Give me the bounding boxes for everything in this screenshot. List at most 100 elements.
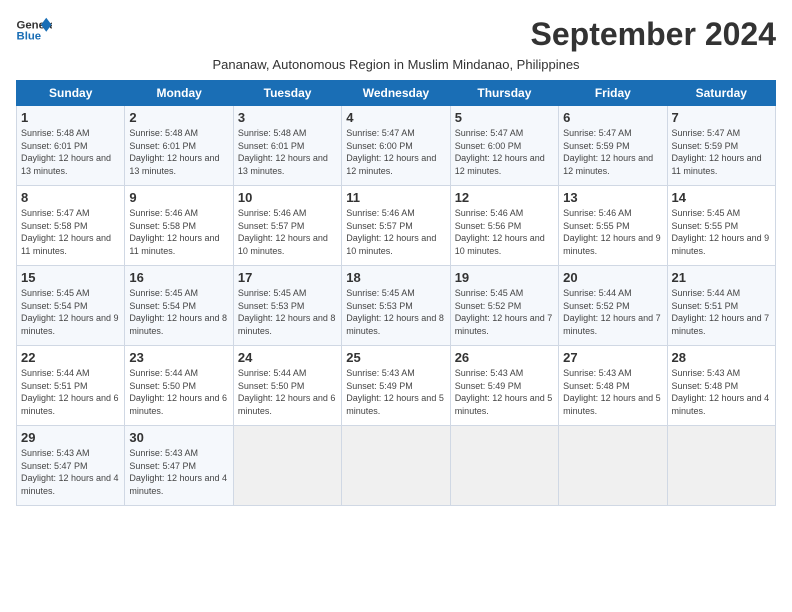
day-info: Sunrise: 5:44 AM Sunset: 5:50 PM Dayligh… xyxy=(238,367,337,417)
day-info: Sunrise: 5:44 AM Sunset: 5:50 PM Dayligh… xyxy=(129,367,228,417)
day-number: 4 xyxy=(346,110,445,125)
calendar-cell: 6 Sunrise: 5:47 AM Sunset: 5:59 PM Daylig… xyxy=(559,106,667,186)
calendar-row: 1 Sunrise: 5:48 AM Sunset: 6:01 PM Daylig… xyxy=(17,106,776,186)
calendar-cell: 3Sunrise: 5:48 AM Sunset: 6:01 PM Daylig… xyxy=(233,106,341,186)
col-monday: Monday xyxy=(125,81,233,106)
calendar-cell: 7Sunrise: 5:47 AM Sunset: 5:59 PM Daylig… xyxy=(667,106,775,186)
col-thursday: Thursday xyxy=(450,81,558,106)
calendar-cell: 24Sunrise: 5:44 AM Sunset: 5:50 PM Dayli… xyxy=(233,346,341,426)
calendar-cell: 20 Sunrise: 5:44 AM Sunset: 5:52 PM Dayli… xyxy=(559,266,667,346)
calendar-cell xyxy=(667,426,775,506)
day-number: 9 xyxy=(129,190,228,205)
calendar-cell xyxy=(450,426,558,506)
day-number: 6 xyxy=(563,110,662,125)
day-info: Sunrise: 5:44 AM Sunset: 5:52 PM Dayligh… xyxy=(563,287,662,337)
day-number: 25 xyxy=(346,350,445,365)
calendar-cell xyxy=(559,426,667,506)
col-friday: Friday xyxy=(559,81,667,106)
day-info: Sunrise: 5:43 AM Sunset: 5:47 PM Dayligh… xyxy=(129,447,228,497)
day-info: Sunrise: 5:45 AM Sunset: 5:52 PM Dayligh… xyxy=(455,287,554,337)
calendar-header-row: Sunday Monday Tuesday Wednesday Thursday… xyxy=(17,81,776,106)
day-number: 5 xyxy=(455,110,554,125)
calendar-cell: 13 Sunrise: 5:46 AM Sunset: 5:55 PM Dayli… xyxy=(559,186,667,266)
calendar-row: 15 Sunrise: 5:45 AM Sunset: 5:54 PM Dayli… xyxy=(17,266,776,346)
day-info: Sunrise: 5:46 AM Sunset: 5:55 PM Dayligh… xyxy=(563,207,662,257)
day-info: Sunrise: 5:47 AM Sunset: 5:59 PM Dayligh… xyxy=(672,127,771,177)
day-number: 15 xyxy=(21,270,120,285)
calendar-cell: 11Sunrise: 5:46 AM Sunset: 5:57 PM Dayli… xyxy=(342,186,450,266)
subtitle: Pananaw, Autonomous Region in Muslim Min… xyxy=(16,57,776,72)
day-info: Sunrise: 5:45 AM Sunset: 5:54 PM Dayligh… xyxy=(129,287,228,337)
day-number: 16 xyxy=(129,270,228,285)
day-info: Sunrise: 5:43 AM Sunset: 5:49 PM Dayligh… xyxy=(455,367,554,417)
day-number: 13 xyxy=(563,190,662,205)
day-number: 22 xyxy=(21,350,120,365)
calendar-table: Sunday Monday Tuesday Wednesday Thursday… xyxy=(16,80,776,506)
col-tuesday: Tuesday xyxy=(233,81,341,106)
calendar-cell: 14 Sunrise: 5:45 AM Sunset: 5:55 PM Dayli… xyxy=(667,186,775,266)
day-info: Sunrise: 5:45 AM Sunset: 5:53 PM Dayligh… xyxy=(238,287,337,337)
day-number: 29 xyxy=(21,430,120,445)
day-number: 21 xyxy=(672,270,771,285)
calendar-cell: 1 Sunrise: 5:48 AM Sunset: 6:01 PM Daylig… xyxy=(17,106,125,186)
day-number: 17 xyxy=(238,270,337,285)
calendar-cell: 15Sunrise: 5:45 AM Sunset: 5:54 PM Dayli… xyxy=(17,266,125,346)
day-number: 23 xyxy=(129,350,228,365)
day-number: 20 xyxy=(563,270,662,285)
logo: General Blue xyxy=(16,16,52,44)
day-info: Sunrise: 5:45 AM Sunset: 5:53 PM Dayligh… xyxy=(346,287,445,337)
calendar-cell: 29Sunrise: 5:43 AM Sunset: 5:47 PM Dayli… xyxy=(17,426,125,506)
day-number: 3 xyxy=(238,110,337,125)
day-info: Sunrise: 5:47 AM Sunset: 5:59 PM Dayligh… xyxy=(563,127,662,177)
day-info: Sunrise: 5:46 AM Sunset: 5:56 PM Dayligh… xyxy=(455,207,554,257)
calendar-cell: 10 Sunrise: 5:46 AM Sunset: 5:57 PM Dayli… xyxy=(233,186,341,266)
calendar-cell xyxy=(233,426,341,506)
calendar-cell: 5 Sunrise: 5:47 AM Sunset: 6:00 PM Daylig… xyxy=(450,106,558,186)
day-number: 14 xyxy=(672,190,771,205)
day-number: 1 xyxy=(21,110,120,125)
day-number: 28 xyxy=(672,350,771,365)
calendar-cell: 4 Sunrise: 5:47 AM Sunset: 6:00 PM Daylig… xyxy=(342,106,450,186)
calendar-cell: 16 Sunrise: 5:45 AM Sunset: 5:54 PM Dayli… xyxy=(125,266,233,346)
calendar-cell: 25 Sunrise: 5:43 AM Sunset: 5:49 PM Dayli… xyxy=(342,346,450,426)
calendar-cell: 8 Sunrise: 5:47 AM Sunset: 5:58 PM Daylig… xyxy=(17,186,125,266)
calendar-cell: 17 Sunrise: 5:45 AM Sunset: 5:53 PM Dayli… xyxy=(233,266,341,346)
col-saturday: Saturday xyxy=(667,81,775,106)
day-info: Sunrise: 5:43 AM Sunset: 5:49 PM Dayligh… xyxy=(346,367,445,417)
day-info: Sunrise: 5:48 AM Sunset: 6:01 PM Dayligh… xyxy=(21,127,120,177)
calendar-row: 22 Sunrise: 5:44 AM Sunset: 5:51 PM Dayli… xyxy=(17,346,776,426)
calendar-body: 1 Sunrise: 5:48 AM Sunset: 6:01 PM Daylig… xyxy=(17,106,776,506)
day-number: 18 xyxy=(346,270,445,285)
day-number: 10 xyxy=(238,190,337,205)
calendar-cell: 27Sunrise: 5:43 AM Sunset: 5:48 PM Dayli… xyxy=(559,346,667,426)
calendar-cell: 30Sunrise: 5:43 AM Sunset: 5:47 PM Dayli… xyxy=(125,426,233,506)
calendar-cell: 21 Sunrise: 5:44 AM Sunset: 5:51 PM Dayli… xyxy=(667,266,775,346)
day-info: Sunrise: 5:46 AM Sunset: 5:58 PM Dayligh… xyxy=(129,207,228,257)
calendar-cell: 19 Sunrise: 5:45 AM Sunset: 5:52 PM Dayli… xyxy=(450,266,558,346)
calendar-cell: 12 Sunrise: 5:46 AM Sunset: 5:56 PM Dayli… xyxy=(450,186,558,266)
day-info: Sunrise: 5:48 AM Sunset: 6:01 PM Dayligh… xyxy=(129,127,228,177)
svg-text:Blue: Blue xyxy=(17,31,42,43)
day-info: Sunrise: 5:46 AM Sunset: 5:57 PM Dayligh… xyxy=(346,207,445,257)
calendar-cell: 18 Sunrise: 5:45 AM Sunset: 5:53 PM Dayli… xyxy=(342,266,450,346)
day-info: Sunrise: 5:47 AM Sunset: 6:00 PM Dayligh… xyxy=(455,127,554,177)
day-number: 8 xyxy=(21,190,120,205)
month-title: September 2024 xyxy=(531,16,776,53)
calendar-cell: 2Sunrise: 5:48 AM Sunset: 6:01 PM Daylig… xyxy=(125,106,233,186)
day-info: Sunrise: 5:45 AM Sunset: 5:55 PM Dayligh… xyxy=(672,207,771,257)
day-info: Sunrise: 5:44 AM Sunset: 5:51 PM Dayligh… xyxy=(21,367,120,417)
col-sunday: Sunday xyxy=(17,81,125,106)
calendar-row: 29 Sunrise: 5:43 AM Sunset: 5:47 PM Dayli… xyxy=(17,426,776,506)
day-number: 26 xyxy=(455,350,554,365)
calendar-cell: 22 Sunrise: 5:44 AM Sunset: 5:51 PM Dayli… xyxy=(17,346,125,426)
day-info: Sunrise: 5:46 AM Sunset: 5:57 PM Dayligh… xyxy=(238,207,337,257)
calendar-cell xyxy=(342,426,450,506)
day-number: 19 xyxy=(455,270,554,285)
calendar-cell: 9 Sunrise: 5:46 AM Sunset: 5:58 PM Daylig… xyxy=(125,186,233,266)
day-number: 12 xyxy=(455,190,554,205)
day-info: Sunrise: 5:44 AM Sunset: 5:51 PM Dayligh… xyxy=(672,287,771,337)
day-info: Sunrise: 5:47 AM Sunset: 6:00 PM Dayligh… xyxy=(346,127,445,177)
page-header: General Blue September 2024 xyxy=(16,16,776,53)
calendar-cell: 23 Sunrise: 5:44 AM Sunset: 5:50 PM Dayli… xyxy=(125,346,233,426)
day-info: Sunrise: 5:47 AM Sunset: 5:58 PM Dayligh… xyxy=(21,207,120,257)
